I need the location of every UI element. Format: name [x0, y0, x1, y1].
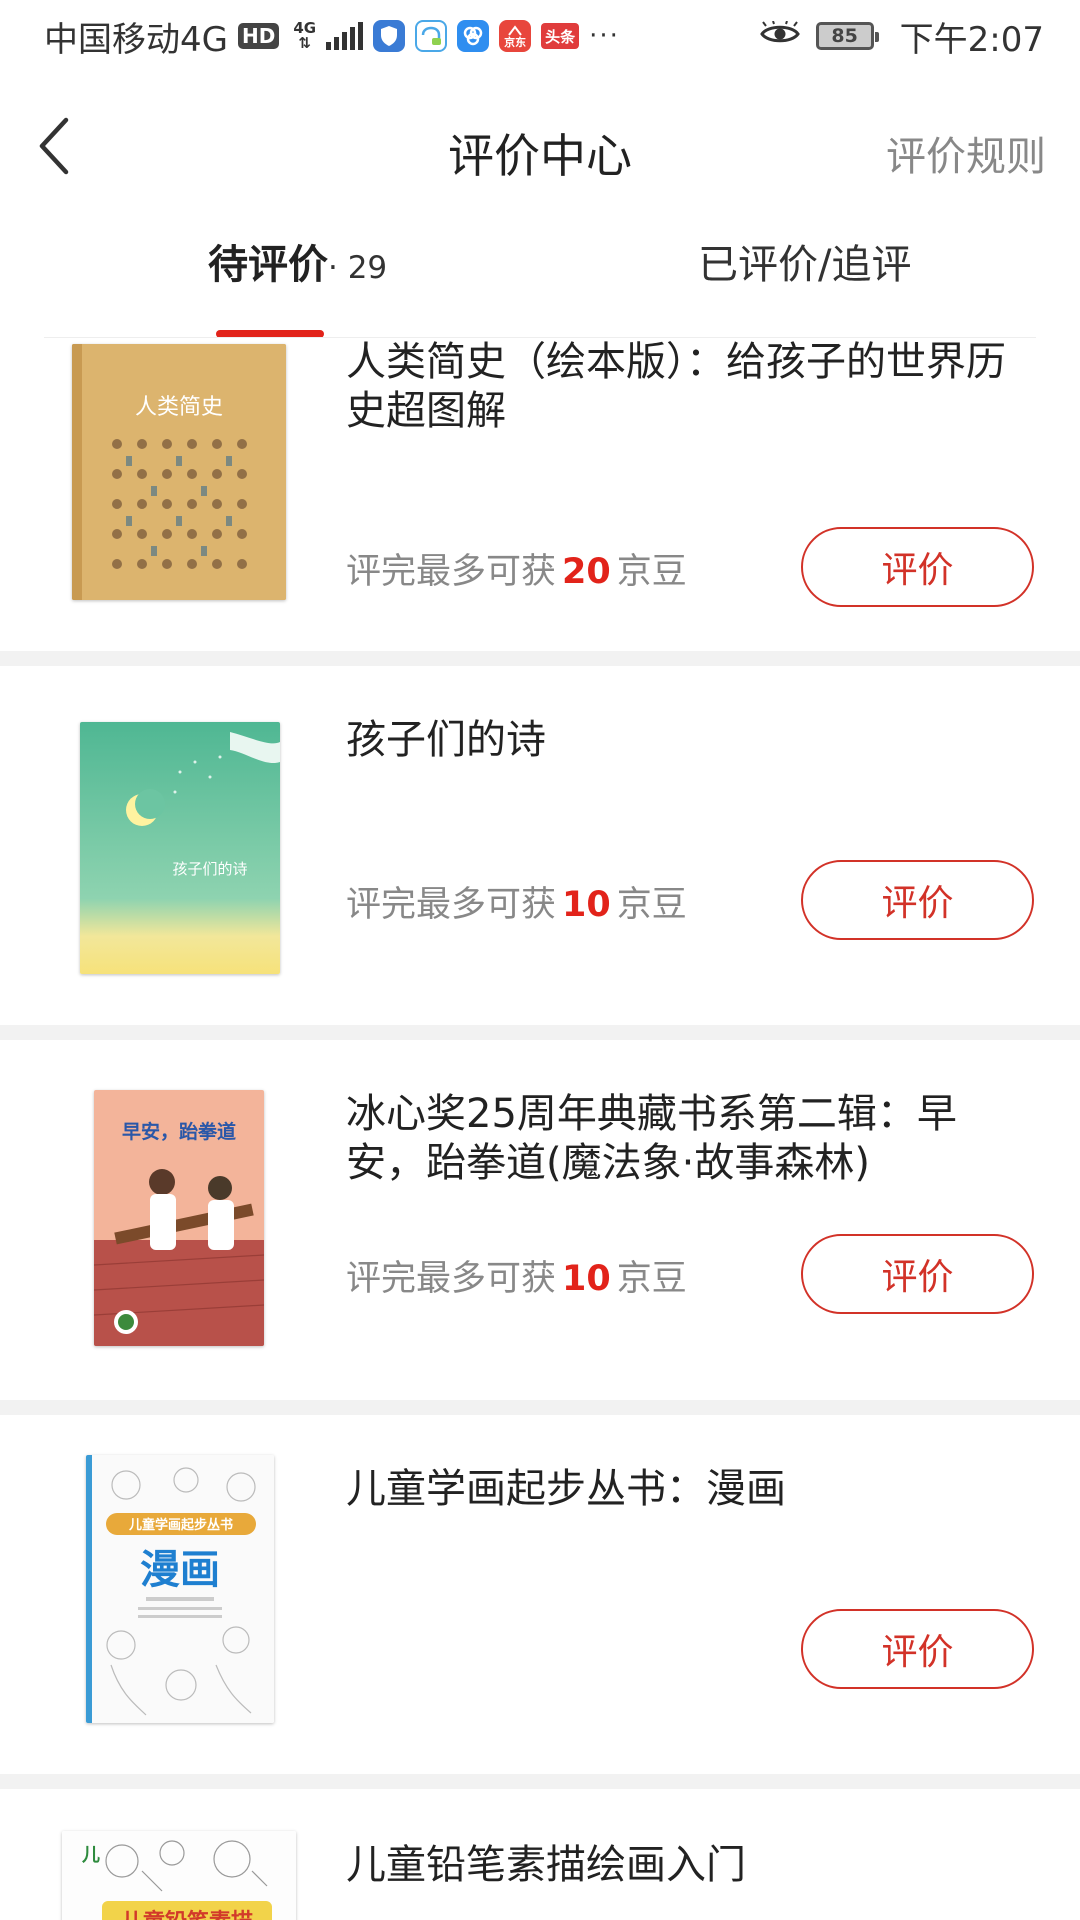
svg-text:早安，跆拳道: 早安，跆拳道	[122, 1120, 236, 1143]
svg-text:孩子们的诗: 孩子们的诗	[172, 860, 247, 878]
status-bar: 中国移动4G HD 4G ⇅ 京东 头条 ··· 85 下午2:07	[0, 0, 1080, 72]
review-tabs: 待评价· 29 已评价/追评	[0, 222, 1080, 338]
tab-pending-review[interactable]: 待评价· 29	[208, 232, 387, 290]
review-button[interactable]: 评价	[801, 860, 1034, 940]
link-app-icon	[457, 20, 490, 52]
list-item: 儿 儿童铅笔素描 儿童铅笔素描绘画入门	[0, 1789, 1080, 1920]
book-cover: 儿 儿童铅笔素描	[62, 1831, 296, 1920]
clock: 下午2:07	[899, 19, 1044, 60]
tab-reviewed[interactable]: 已评价/追评	[698, 232, 911, 290]
svg-text:儿: 儿	[81, 1845, 100, 1866]
battery-level: 85	[831, 25, 858, 47]
book-cover: 早安，跆拳道	[94, 1090, 264, 1346]
network-type: 4G ⇅	[293, 19, 317, 52]
item-separator	[0, 1025, 1080, 1040]
review-rules-link[interactable]: 评价规则	[886, 124, 1046, 182]
shield-app-icon	[373, 20, 406, 52]
review-button[interactable]: 评价	[801, 1234, 1034, 1314]
svg-text:人类简史: 人类简史	[135, 395, 223, 420]
book-cover: 人类简史	[72, 344, 286, 600]
carrier-label: 中国移动4G	[44, 19, 228, 60]
product-title[interactable]: 儿童铅笔素描绘画入门	[346, 1841, 1024, 1890]
book-cover: 孩子们的诗	[80, 722, 280, 974]
signal-icon	[326, 22, 364, 50]
review-button[interactable]: 评价	[801, 527, 1034, 607]
tab-pending-label: 待评价	[208, 242, 328, 288]
book-cover: 儿童学画起步丛书 漫画	[86, 1455, 274, 1723]
hd-badge: HD	[237, 23, 280, 49]
nav-bar: 评价中心 评价规则	[0, 72, 1080, 222]
list-item: 人类简史 人类简史（绘本版）：给孩子的世界历史超图解 评完最多可获20京豆	[0, 338, 1080, 651]
battery-icon: 85	[815, 22, 879, 50]
item-separator	[0, 1774, 1080, 1789]
toutiao-app-icon: 头条	[541, 23, 580, 49]
product-title[interactable]: 冰心奖25周年典藏书系第二辑：早安，跆拳道(魔法象·故事森林)	[346, 1090, 1024, 1188]
product-title[interactable]: 人类简史（绘本版）：给孩子的世界历史超图解	[346, 338, 1024, 436]
bean-reward-count: 10	[562, 885, 611, 925]
tab-pending-count: · 29	[328, 250, 388, 286]
bean-reward-text: 评完最多可获 20 京豆	[346, 552, 687, 592]
status-right: 85 下午2:07	[759, 12, 1044, 61]
chat-app-icon	[415, 20, 448, 52]
jd-app-icon: 京东	[499, 20, 532, 52]
product-title[interactable]: 孩子们的诗	[346, 716, 1024, 765]
review-button[interactable]: 评价	[801, 1609, 1034, 1689]
list-item: 儿童学画起步丛书 漫画 儿童学画起步丛书：漫画 评价	[0, 1415, 1080, 1728]
bean-reward-text: 评完最多可获 10 京豆	[346, 885, 687, 925]
status-left: 中国移动4G HD 4G ⇅ 京东 头条 ···	[44, 12, 620, 61]
list-item: 孩子们的诗 孩子们的诗 评完最多可获 10 京豆 评价	[0, 666, 1080, 979]
item-separator	[0, 1400, 1080, 1415]
more-notifications: ···	[589, 21, 620, 51]
svg-text:漫画: 漫画	[140, 1547, 220, 1593]
list-item: 早安，跆拳道 冰心奖25周年典藏书系第二辑：早安，跆拳道(魔法象·故事森林) 评…	[0, 1040, 1080, 1353]
eye-icon	[759, 16, 800, 56]
svg-text:儿童铅笔素描: 儿童铅笔素描	[120, 1909, 253, 1920]
product-title[interactable]: 儿童学画起步丛书：漫画	[346, 1465, 1024, 1514]
bean-reward-count: 10	[562, 1259, 611, 1299]
svg-text:儿童学画起步丛书: 儿童学画起步丛书	[128, 1517, 233, 1533]
bean-reward-text: 评完最多可获 10 京豆	[346, 1259, 687, 1299]
item-separator	[0, 651, 1080, 666]
bean-reward-count: 20	[562, 552, 611, 592]
